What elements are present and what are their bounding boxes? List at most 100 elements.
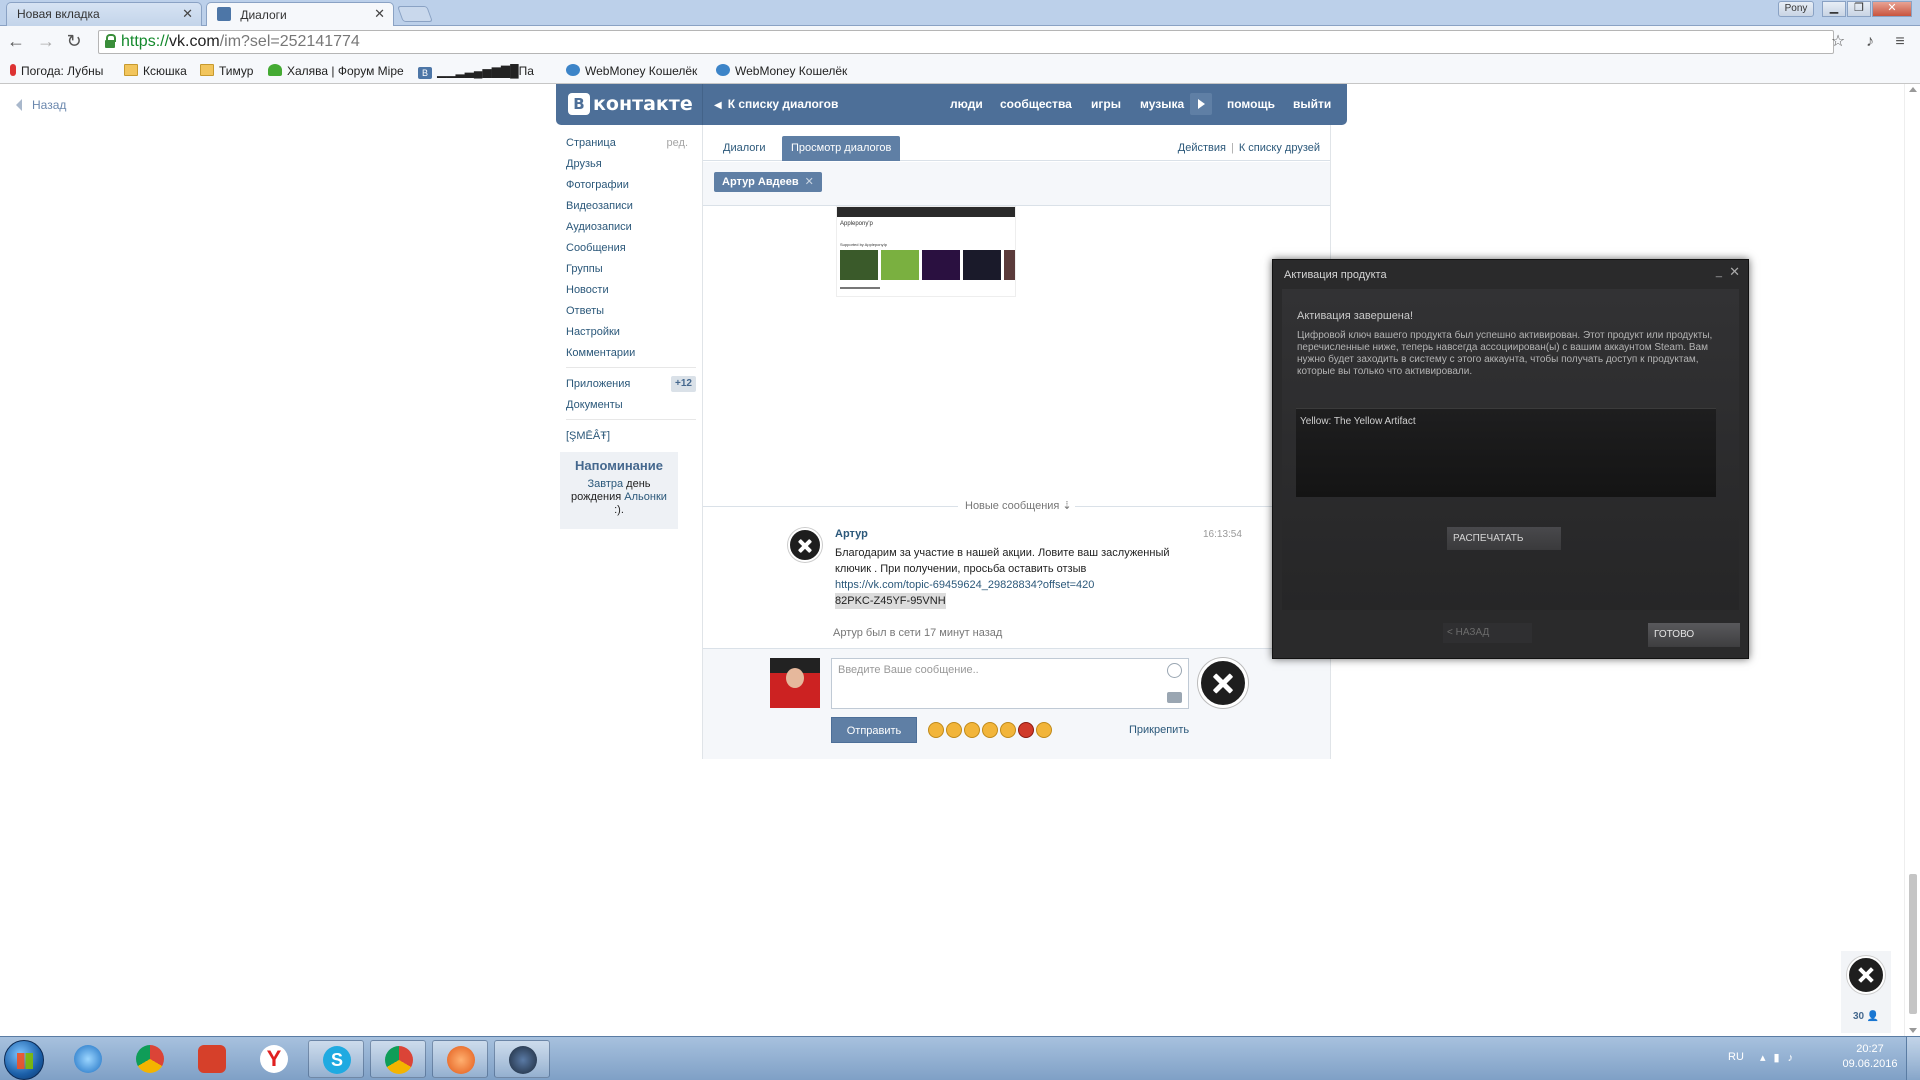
profile-badge[interactable]: Pony bbox=[1778, 1, 1814, 17]
bookmark-vk-page[interactable]: B ▁▁▂▃▄▅▆▇█Па bbox=[418, 62, 554, 80]
volume-icon[interactable]: ♪ bbox=[1788, 1052, 1802, 1064]
author-avatar[interactable] bbox=[788, 528, 822, 562]
restore-window-icon[interactable]: ❐ bbox=[1847, 1, 1871, 17]
menu-item-answers[interactable]: Ответы bbox=[566, 301, 696, 322]
tray-icons[interactable]: ▴▮♪ bbox=[1760, 1051, 1801, 1064]
close-icon[interactable]: ✕ bbox=[1729, 264, 1740, 280]
tab-dialogs-list[interactable]: Диалоги bbox=[714, 136, 775, 161]
menu-item-comments[interactable]: Комментарии bbox=[566, 343, 696, 364]
network-icon[interactable]: ▮ bbox=[1774, 1052, 1788, 1064]
taskbar-ccleaner[interactable] bbox=[184, 1040, 240, 1078]
scroll-down-icon[interactable] bbox=[1909, 1028, 1917, 1033]
camera-icon[interactable] bbox=[1167, 692, 1182, 703]
bookmark-star-icon[interactable]: ☆ bbox=[1828, 32, 1848, 52]
menu-item-groups[interactable]: Группы bbox=[566, 259, 696, 280]
menu-item-apps[interactable]: Приложения +12 bbox=[566, 374, 696, 395]
menu-item-audio[interactable]: Аудиозаписи bbox=[566, 217, 696, 238]
bookmark-webmoney-1[interactable]: WebMoney Кошелёк bbox=[566, 62, 704, 80]
nav-people[interactable]: люди bbox=[950, 97, 983, 111]
menu-item-messages[interactable]: Сообщения bbox=[566, 238, 696, 259]
address-bar[interactable]: https://vk.com/im?sel=252141774 bbox=[98, 30, 1834, 54]
message-input[interactable]: Введите Ваше сообщение.. bbox=[831, 658, 1189, 709]
new-tab-button[interactable] bbox=[397, 6, 433, 22]
start-button[interactable] bbox=[4, 1040, 44, 1080]
page-back-link[interactable]: Назад bbox=[16, 98, 66, 112]
forward-arrow-icon[interactable]: → bbox=[36, 32, 56, 52]
recipient-chip[interactable]: Артур Авдеев ✕ bbox=[714, 172, 822, 192]
taskbar-orange-app[interactable] bbox=[432, 1040, 488, 1078]
clock[interactable]: 20:27 09.06.2016 bbox=[1838, 1042, 1902, 1072]
scrollbar-thumb[interactable] bbox=[1909, 874, 1917, 1014]
bookmark-timur[interactable]: Тимур bbox=[200, 62, 262, 80]
reminder-name-link[interactable]: Альонки bbox=[624, 491, 667, 503]
bookmark-weather[interactable]: Погода: Лубны bbox=[10, 62, 118, 80]
tab-view-dialogs[interactable]: Просмотр диалогов bbox=[782, 136, 901, 161]
nav-help[interactable]: помощь bbox=[1227, 97, 1275, 111]
message-author[interactable]: Артур bbox=[835, 528, 868, 540]
back-arrow-icon[interactable]: ← bbox=[6, 32, 26, 52]
menu-item-documents[interactable]: Документы bbox=[566, 395, 696, 416]
close-icon[interactable]: ✕ bbox=[805, 176, 814, 188]
smiley-icon[interactable] bbox=[1167, 663, 1182, 678]
tab-new-tab[interactable]: Новая вкладка ✕ bbox=[6, 2, 202, 26]
to-friends-link[interactable]: К списку друзей bbox=[1239, 142, 1320, 154]
menu-item-custom[interactable]: [ŞMĒÂŦ] bbox=[566, 426, 696, 447]
play-icon[interactable] bbox=[1190, 93, 1212, 115]
menu-item-photos[interactable]: Фотографии bbox=[566, 175, 696, 196]
reload-icon[interactable]: ↻ bbox=[64, 32, 84, 52]
taskbar-steam[interactable] bbox=[494, 1040, 550, 1078]
friend-avatar[interactable] bbox=[1847, 956, 1885, 994]
emoji-devil-icon[interactable] bbox=[1018, 722, 1034, 738]
scroll-up-icon[interactable] bbox=[1909, 87, 1917, 92]
back-button[interactable]: < НАЗАД bbox=[1443, 623, 1532, 643]
nav-communities[interactable]: сообщества bbox=[1000, 97, 1072, 111]
online-friends-count[interactable]: 30 👤 bbox=[1853, 1011, 1879, 1022]
minimize-icon[interactable]: _ bbox=[1716, 266, 1722, 278]
menu-icon[interactable]: ≡ bbox=[1890, 32, 1910, 52]
tray-arrow-icon[interactable]: ▴ bbox=[1760, 1052, 1774, 1064]
menu-item-page[interactable]: Страница ред. bbox=[566, 133, 696, 154]
attached-screenshot[interactable]: Applepony'p Supported by AppleponyIp bbox=[836, 206, 1016, 297]
emoji-happy-icon[interactable] bbox=[1000, 722, 1016, 738]
taskbar-chrome-pinned[interactable] bbox=[122, 1040, 178, 1078]
attach-link[interactable]: Прикрепить bbox=[1129, 724, 1189, 736]
minimize-window-icon[interactable]: ▁ bbox=[1822, 1, 1846, 17]
tab-close-icon[interactable]: ✕ bbox=[374, 6, 385, 22]
tab-close-icon[interactable]: ✕ bbox=[182, 6, 193, 22]
done-button[interactable]: ГОТОВО bbox=[1648, 623, 1740, 647]
emoji-laugh-icon[interactable] bbox=[982, 722, 998, 738]
menu-item-settings[interactable]: Настройки bbox=[566, 322, 696, 343]
bookmark-webmoney-2[interactable]: WebMoney Кошелёк bbox=[716, 62, 854, 80]
extension-icon[interactable]: ♪ bbox=[1860, 32, 1880, 52]
close-window-icon[interactable]: ✕ bbox=[1872, 1, 1912, 17]
bookmark-halyava[interactable]: Халява | Форум Mipe bbox=[268, 62, 404, 80]
tab-dialogs[interactable]: Диалоги ✕ bbox=[206, 2, 394, 27]
my-avatar[interactable] bbox=[770, 658, 820, 708]
menu-item-friends[interactable]: Друзья bbox=[566, 154, 696, 175]
bookmark-ksyushka[interactable]: Ксюшка bbox=[124, 62, 194, 80]
vk-logo[interactable]: Вконтакте bbox=[568, 92, 693, 116]
actions-link[interactable]: Действия bbox=[1178, 142, 1226, 154]
message-link[interactable]: https://vk.com/topic-69459624_29828834?o… bbox=[835, 577, 1185, 593]
taskbar-yandex[interactable]: Y bbox=[246, 1040, 302, 1078]
menu-item-news[interactable]: Новости bbox=[566, 280, 696, 301]
language-indicator[interactable]: RU bbox=[1728, 1051, 1744, 1063]
print-button[interactable]: РАСПЕЧАТАТЬ bbox=[1447, 527, 1561, 550]
taskbar-skype[interactable]: S bbox=[308, 1040, 364, 1078]
menu-item-videos[interactable]: Видеозаписи bbox=[566, 196, 696, 217]
emoji-wink-icon[interactable] bbox=[946, 722, 962, 738]
taskbar-chrome[interactable] bbox=[370, 1040, 426, 1078]
nav-music[interactable]: музыка bbox=[1140, 97, 1184, 111]
back-to-dialogs-link[interactable]: ◀ К списку диалогов bbox=[714, 97, 838, 111]
reminder-tomorrow-link[interactable]: Завтра bbox=[587, 478, 623, 490]
emoji-smile-icon[interactable] bbox=[928, 722, 944, 738]
send-button[interactable]: Отправить bbox=[831, 717, 917, 743]
edit-menu-link[interactable]: ред. bbox=[667, 133, 688, 154]
taskbar-ie[interactable] bbox=[60, 1040, 116, 1078]
emoji-sad-icon[interactable] bbox=[1036, 722, 1052, 738]
emoji-grin-icon[interactable] bbox=[964, 722, 980, 738]
nav-logout[interactable]: выйти bbox=[1293, 97, 1331, 111]
show-desktop-button[interactable] bbox=[1906, 1037, 1920, 1080]
peer-avatar[interactable] bbox=[1198, 658, 1248, 708]
page-scrollbar[interactable] bbox=[1904, 84, 1920, 1036]
